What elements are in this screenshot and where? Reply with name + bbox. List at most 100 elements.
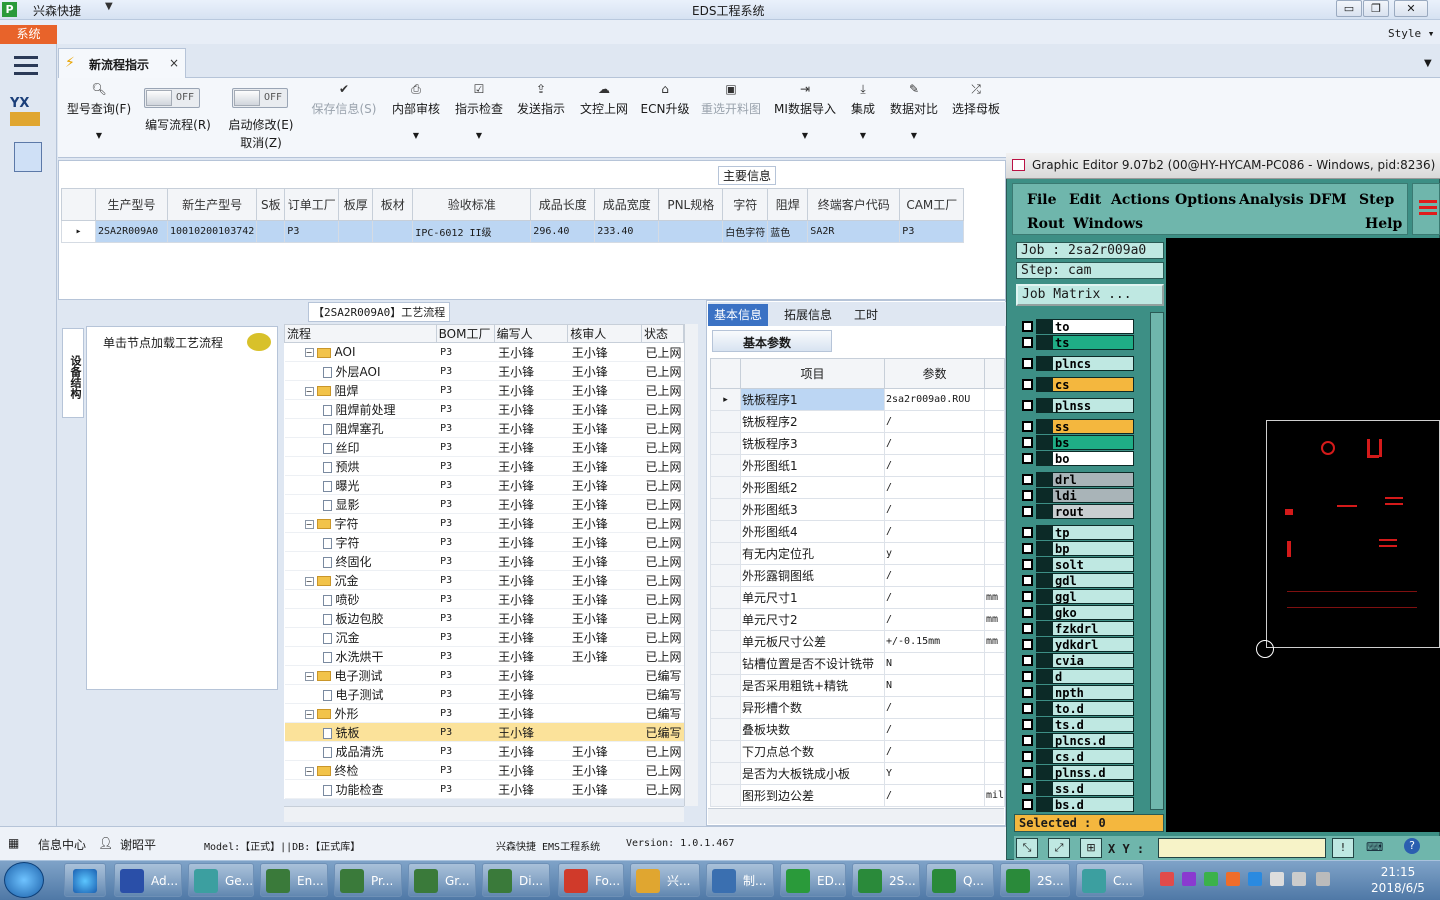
main-info-cell[interactable]: 10010200103742 <box>166 220 258 243</box>
process-column-header[interactable]: 状态 <box>640 324 685 343</box>
tray-app-icon[interactable] <box>1160 872 1174 886</box>
menu-actions[interactable]: Actions <box>1111 192 1170 208</box>
tree-folder-row[interactable]: − 电子测试 P3 王小锋 已编写 <box>284 665 684 685</box>
calculator-icon[interactable] <box>14 142 42 172</box>
tree-leaf-row[interactable]: 预烘 P3 王小锋 王小锋 已上网 <box>284 456 684 476</box>
yx-app-icon[interactable]: YX <box>10 96 44 128</box>
quick-access-dropdown-icon[interactable]: ▼ <box>105 1 113 12</box>
layer-row-ydkdrl[interactable]: ydkdrl <box>1018 637 1136 652</box>
layer-row-ss.d[interactable]: ss.d <box>1018 781 1136 796</box>
layer-checkbox[interactable] <box>1022 321 1033 332</box>
layer-row-cs.d[interactable]: cs.d <box>1018 749 1136 764</box>
layer-checkbox[interactable] <box>1022 379 1033 390</box>
param-value-cell[interactable]: N <box>884 652 985 675</box>
layer-checkbox[interactable] <box>1022 474 1033 485</box>
job-matrix-button[interactable]: Job Matrix ... <box>1016 284 1164 306</box>
tree-leaf-row[interactable]: 功能检查 P3 王小锋 王小锋 已上网 <box>284 779 684 799</box>
menu-options[interactable]: Options <box>1175 192 1236 208</box>
grid-icon[interactable]: ▦ <box>8 836 19 850</box>
main-info-column-header[interactable]: 终端客户代码 <box>807 188 901 221</box>
main-info-cell[interactable]: P3 <box>284 220 340 243</box>
tree-leaf-row[interactable]: 外层AOI P3 王小锋 王小锋 已上网 <box>284 361 684 381</box>
info-icon[interactable]: ! <box>1332 838 1354 858</box>
collapse-toggle-icon[interactable]: − <box>304 671 314 681</box>
table-row[interactable]: 单元板尺寸公差 +/-0.15mm mm <box>710 630 1005 653</box>
style-menu[interactable]: Style ▾ <box>1388 27 1434 40</box>
tree-folder-row[interactable]: − 字符 P3 王小锋 王小锋 已上网 <box>284 513 684 533</box>
layer-checkbox[interactable] <box>1022 559 1033 570</box>
params-horizontal-scrollbar[interactable] <box>708 808 1004 824</box>
layer-checkbox[interactable] <box>1022 607 1033 618</box>
param-value-cell[interactable]: / <box>884 608 985 631</box>
start-modify-toggle[interactable]: OFF <box>232 88 288 108</box>
layer-checkbox[interactable] <box>1022 543 1033 554</box>
upload-doc-button[interactable]: ☁ 文控上网 <box>578 82 630 117</box>
layer-checkbox[interactable] <box>1022 591 1033 602</box>
main-info-cell[interactable]: P3 <box>899 220 965 243</box>
collapse-toggle-icon[interactable]: − <box>304 576 314 586</box>
tab-equipment-structure[interactable]: 设备结构 <box>62 328 84 418</box>
tree-leaf-row[interactable]: 成品清洗 P3 王小锋 王小锋 已上网 <box>284 741 684 761</box>
tree-leaf-row[interactable]: 沉金 P3 王小锋 王小锋 已上网 <box>284 627 684 647</box>
layer-row-bo[interactable]: bo <box>1018 451 1136 466</box>
tree-leaf-row[interactable]: 阻焊前处理 P3 王小锋 王小锋 已上网 <box>284 399 684 419</box>
param-value-cell[interactable]: N <box>884 674 985 697</box>
chevron-down-icon[interactable]: ▼ <box>848 131 878 140</box>
tray-display-icon[interactable] <box>1316 872 1330 886</box>
main-info-column-header[interactable]: 板厚 <box>338 188 374 221</box>
close-button[interactable]: ✕ <box>1394 0 1428 17</box>
main-info-column-header[interactable]: 字符 <box>722 188 769 221</box>
table-row[interactable]: 钻槽位置是否不设计铣带 N <box>710 652 1005 675</box>
layer-checkbox[interactable] <box>1022 623 1033 634</box>
xy-coordinate-input[interactable] <box>1158 838 1326 858</box>
param-value-cell[interactable]: / <box>884 696 985 719</box>
layer-list-scrollbar[interactable] <box>1150 312 1164 810</box>
layer-checkbox[interactable] <box>1022 358 1033 369</box>
param-value-cell[interactable]: / <box>884 498 985 521</box>
internal-review-button[interactable]: ⎙ 内部审核 ▼ <box>390 82 442 140</box>
main-info-cell[interactable]: SA2R <box>807 220 901 243</box>
edit-flow-toggle[interactable]: OFF <box>144 88 200 108</box>
tab-close-icon[interactable]: × <box>169 56 179 70</box>
collapse-toggle-icon[interactable]: − <box>304 519 314 529</box>
tray-power-icon[interactable] <box>1292 872 1306 886</box>
layer-checkbox[interactable] <box>1022 735 1033 746</box>
taskbar-item[interactable]: 制... <box>706 863 774 897</box>
tree-leaf-row[interactable]: 丝印 P3 王小锋 王小锋 已上网 <box>284 437 684 457</box>
layer-checkbox[interactable] <box>1022 703 1033 714</box>
tab-new-flow-indicator[interactable]: ⚡ 新流程指示 × <box>58 48 186 78</box>
table-row[interactable]: ▸ 铣板程序1 2sa2r009a0.ROU <box>710 388 1005 411</box>
param-value-cell[interactable]: / <box>884 784 985 807</box>
layer-checkbox[interactable] <box>1022 639 1033 650</box>
process-column-header[interactable]: BOM工厂 <box>435 324 495 343</box>
tree-folder-row[interactable]: − 阻焊 P3 王小锋 王小锋 已上网 <box>284 380 684 400</box>
info-center-link[interactable]: 信息中心 <box>38 836 86 853</box>
layer-checkbox[interactable] <box>1022 671 1033 682</box>
table-row[interactable]: 图形到边公差 / mil <box>710 784 1005 807</box>
table-row[interactable]: 有无内定位孔 y <box>710 542 1005 565</box>
tab-basic-info[interactable]: 基本信息 <box>708 304 769 326</box>
param-value-cell[interactable]: y <box>884 542 985 565</box>
tab-extended-info[interactable]: 拓展信息 <box>778 304 838 326</box>
main-info-column-header[interactable]: 订单工厂 <box>284 188 340 221</box>
menu-rout[interactable]: Rout <box>1027 216 1065 232</box>
taskbar-item[interactable]: C... <box>1076 863 1144 897</box>
main-info-cell[interactable] <box>338 220 374 243</box>
tree-leaf-row[interactable]: 板边包胶 P3 王小锋 王小锋 已上网 <box>284 608 684 628</box>
main-info-column-header[interactable]: S板 <box>256 188 286 221</box>
chevron-down-icon[interactable]: ▼ <box>888 131 940 140</box>
main-info-column-header[interactable]: CAM工厂 <box>899 188 965 221</box>
param-value-cell[interactable]: / <box>884 740 985 763</box>
taskbar-item[interactable]: Pr... <box>334 863 402 897</box>
table-row[interactable]: 铣板程序3/ <box>710 432 1005 455</box>
tree-leaf-row[interactable]: 水洗烘干 P3 王小锋 王小锋 已上网 <box>284 646 684 666</box>
layer-row-gdl[interactable]: gdl <box>1018 573 1136 588</box>
layer-checkbox[interactable] <box>1022 400 1033 411</box>
keyboard-icon[interactable]: ⌨ <box>1366 840 1383 854</box>
chevron-down-icon[interactable]: ▼ <box>452 131 506 140</box>
layer-row-ggl[interactable]: ggl <box>1018 589 1136 604</box>
layer-checkbox[interactable] <box>1022 337 1033 348</box>
layer-row-plnss.d[interactable]: plnss.d <box>1018 765 1136 780</box>
param-value-cell[interactable]: / <box>884 520 985 543</box>
table-row[interactable]: 铣板程序2/ <box>710 410 1005 433</box>
